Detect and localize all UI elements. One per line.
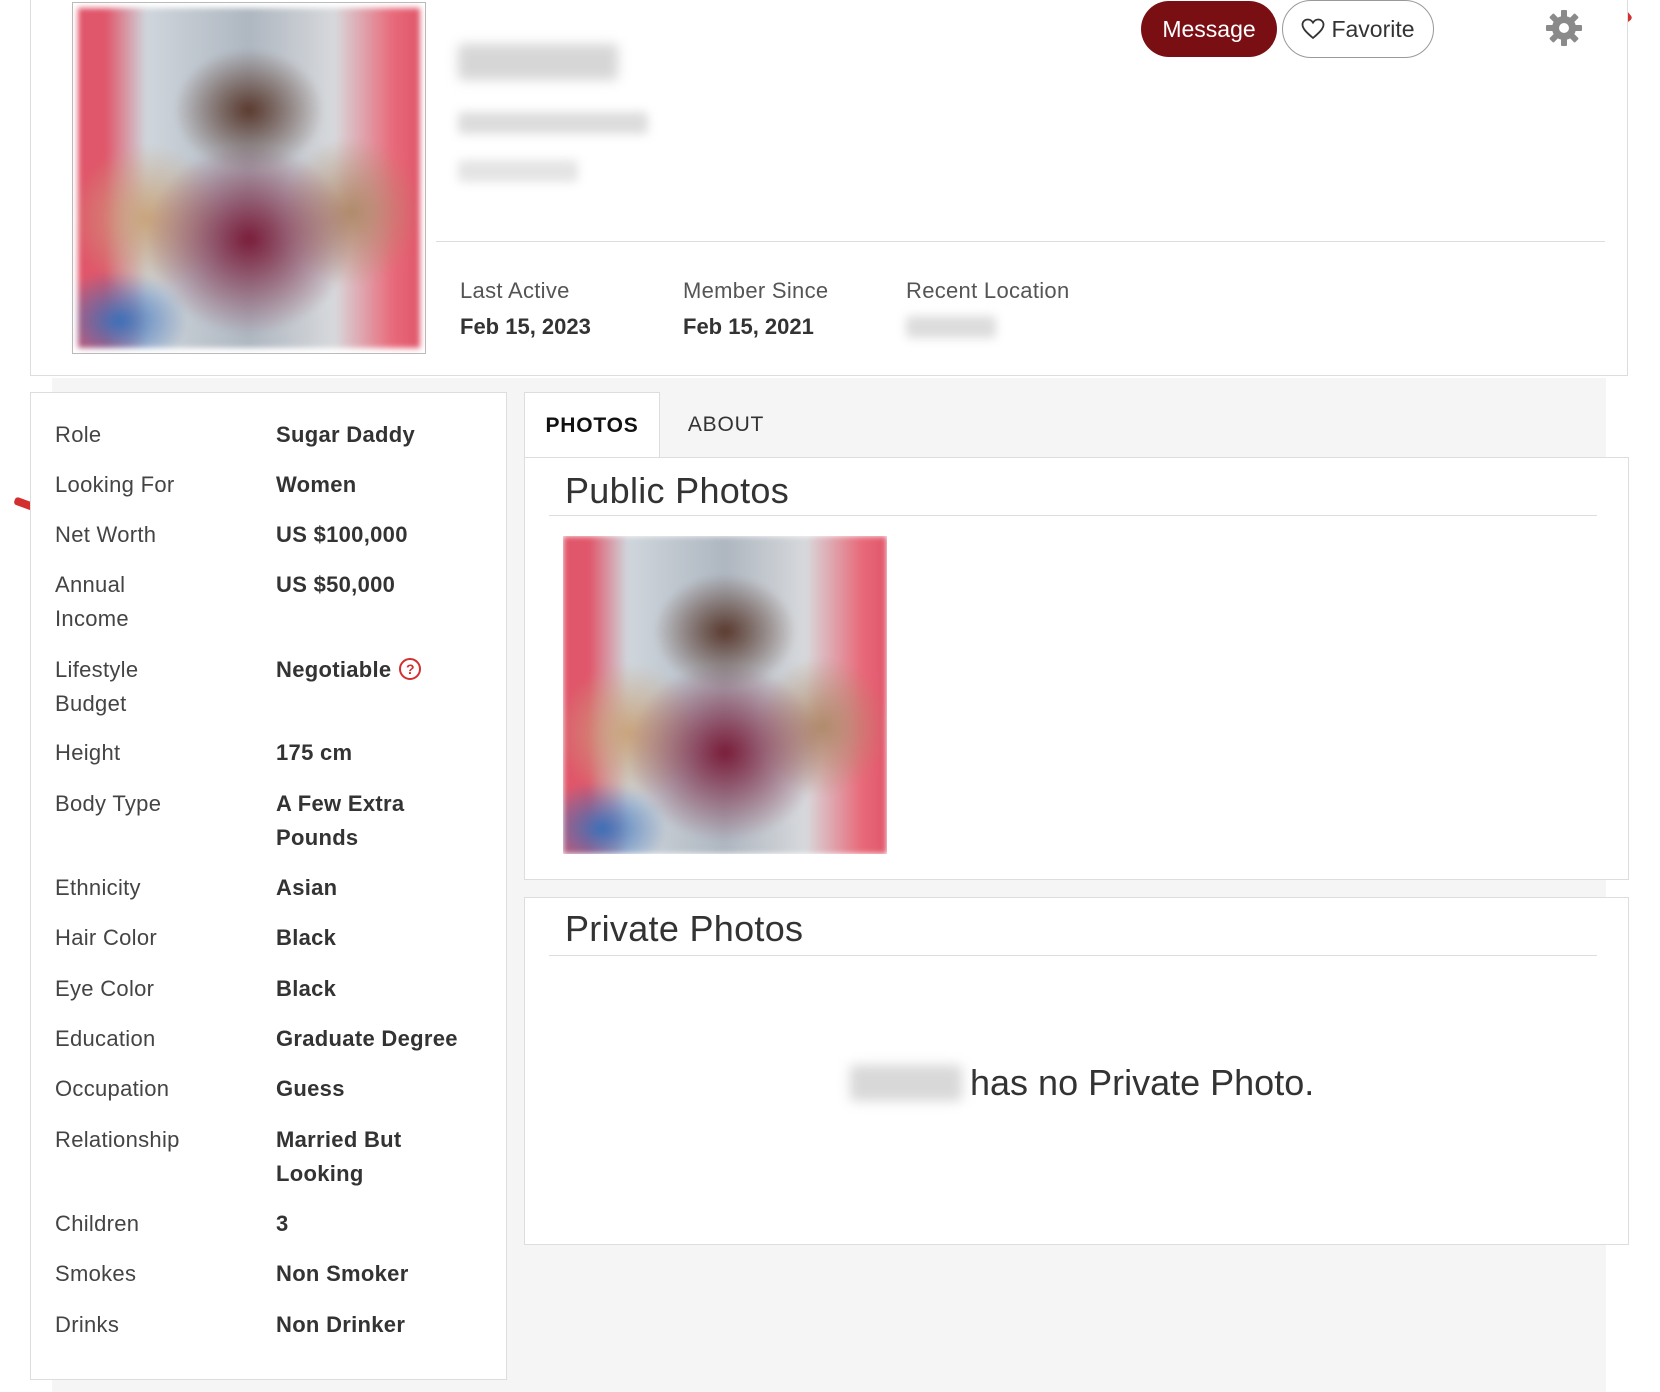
attribute-value: 3 [276,1211,289,1236]
attribute-label: Eye Color [55,976,155,1001]
private-photos-empty-message: has no Private Photo. [850,1062,1314,1104]
attribute-label: Net Worth [55,522,157,547]
help-icon[interactable]: ? [399,658,422,681]
attribute-label: Children [55,1211,140,1236]
attribute-value: US $100,000 [276,522,408,547]
public-photo-image [563,536,887,854]
stat-last-active: Last Active Feb 15, 2023 [460,278,591,340]
empty-message-text: has no Private Photo. [970,1062,1315,1103]
stat-label: Member Since [683,278,829,303]
tab-photos[interactable]: PHOTOS [524,392,660,458]
profile-tagline-redacted [458,160,578,182]
username-redacted [850,1065,962,1101]
attribute-value: Asian [276,875,338,900]
attribute-label: Drinks [55,1312,120,1337]
profile-subtitle-redacted [458,112,648,134]
stat-label: Recent Location [906,278,1070,303]
attribute-label: Smokes [55,1261,137,1286]
private-photos-title: Private Photos [565,908,804,949]
attribute-label: Occupation [55,1076,170,1101]
attribute-label: Education [55,1026,156,1051]
message-button[interactable]: Message [1141,1,1277,57]
profile-photo[interactable] [72,2,426,354]
attribute-label: Looking For [55,472,175,497]
public-photos-panel: Public Photos [524,457,1629,880]
header-divider [436,241,1605,242]
attribute-value: Women [276,472,357,497]
panel-divider [549,955,1597,956]
attribute-value: Graduate Degree [276,1026,458,1051]
public-photos-title: Public Photos [565,470,790,511]
stat-value: Feb 15, 2021 [683,314,814,339]
attribute-value: Sugar Daddy [276,422,415,447]
favorite-button[interactable]: Favorite [1282,0,1434,58]
attribute-value-text: Negotiable [276,657,392,682]
stat-value: Feb 15, 2023 [460,314,591,339]
attribute-value: A Few Extra Pounds [276,791,405,850]
stat-label: Last Active [460,278,570,303]
stat-member-since: Member Since Feb 15, 2021 [683,278,828,340]
attribute-label: Annual Income [55,572,129,631]
attribute-value: Black [276,976,337,1001]
attribute-label: Lifestyle Budget [55,657,139,716]
stat-recent-location: Recent Location [906,278,1070,338]
attribute-label: Ethnicity [55,875,141,900]
username-redacted [458,44,618,80]
attribute-value: Negotiable? [276,653,486,687]
tab-about[interactable]: ABOUT [660,392,792,458]
attribute-value: Black [276,925,337,950]
heart-icon [1302,18,1325,40]
attribute-value: 175 cm [276,740,353,765]
attributes-card: Role Sugar Daddy Looking For Women Net W… [30,392,507,1380]
attribute-label: Body Type [55,791,162,816]
attribute-value: US $50,000 [276,572,396,597]
attribute-label: Role [55,422,102,447]
attribute-label: Height [55,740,121,765]
gear-icon[interactable] [1544,8,1584,48]
attribute-value: Guess [276,1076,345,1101]
attribute-value: Non Drinker [276,1312,406,1337]
public-photo-thumbnail[interactable] [563,536,887,854]
attribute-label: Hair Color [55,925,158,950]
attribute-label: Relationship [55,1127,180,1152]
attribute-value: Non Smoker [276,1261,409,1286]
panel-divider [549,515,1597,516]
favorite-label: Favorite [1331,15,1415,42]
location-redacted [906,316,996,338]
profile-photo-image [78,8,420,348]
attribute-value: Married But Looking [276,1127,402,1186]
